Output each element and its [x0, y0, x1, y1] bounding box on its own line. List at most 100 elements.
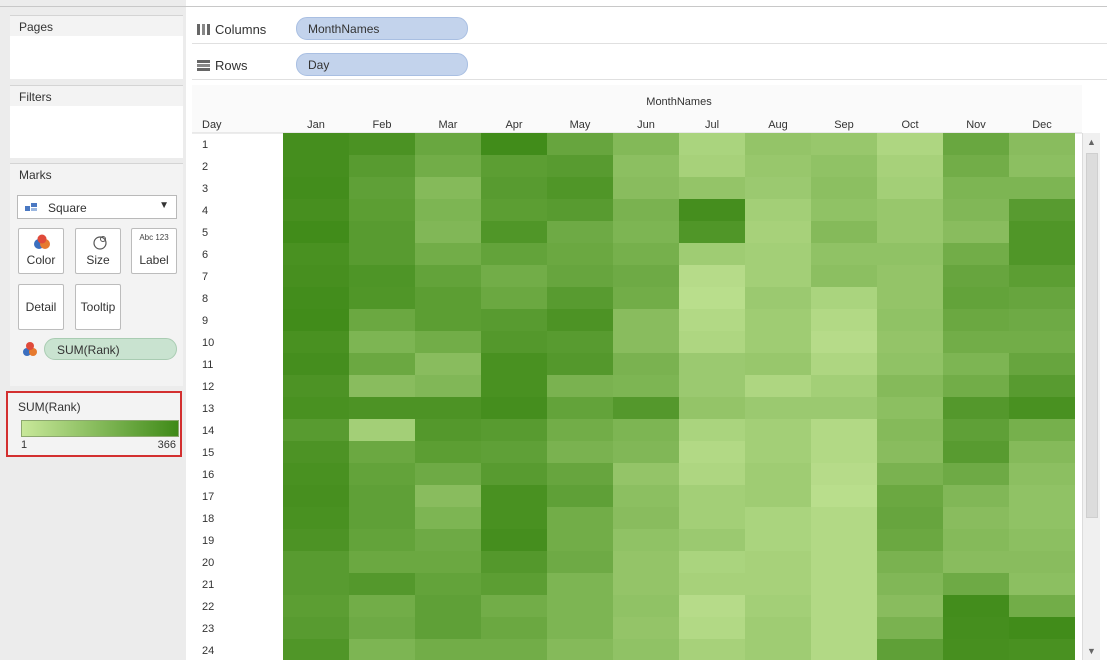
heatmap-cell[interactable] [283, 617, 349, 639]
heatmap-cell[interactable] [613, 463, 679, 485]
heatmap-cell[interactable] [547, 177, 613, 199]
heatmap-cell[interactable] [1009, 243, 1075, 265]
heatmap-cell[interactable] [745, 309, 811, 331]
heatmap-cell[interactable] [745, 265, 811, 287]
heatmap-cell[interactable] [349, 243, 415, 265]
heatmap-cell[interactable] [415, 639, 481, 660]
heatmap-cell[interactable] [811, 551, 877, 573]
heatmap-cell[interactable] [283, 309, 349, 331]
heatmap-cell[interactable] [547, 419, 613, 441]
rows-shelf[interactable]: Rows Day [192, 50, 1107, 80]
filters-shelf[interactable]: Filters [10, 85, 183, 158]
heatmap-cell[interactable] [547, 441, 613, 463]
heatmap-cell[interactable] [547, 287, 613, 309]
heatmap-cell[interactable] [349, 419, 415, 441]
heatmap-cell[interactable] [943, 419, 1009, 441]
heatmap-cell[interactable] [349, 133, 415, 155]
heatmap-cell[interactable] [481, 639, 547, 660]
heatmap-cell[interactable] [283, 507, 349, 529]
heatmap-cell[interactable] [745, 133, 811, 155]
heatmap-cell[interactable] [745, 441, 811, 463]
heatmap-cell[interactable] [943, 243, 1009, 265]
color-legend[interactable]: SUM(Rank) 1 366 [6, 391, 182, 457]
size-button[interactable]: Size [75, 228, 121, 274]
heatmap-cell[interactable] [283, 199, 349, 221]
heatmap-cell[interactable] [811, 507, 877, 529]
heatmap-cell[interactable] [415, 265, 481, 287]
heatmap-cell[interactable] [481, 265, 547, 287]
heatmap-cell[interactable] [349, 551, 415, 573]
heatmap-cell[interactable] [547, 485, 613, 507]
heatmap-cell[interactable] [415, 155, 481, 177]
heatmap-cell[interactable] [613, 155, 679, 177]
heatmap-cell[interactable] [679, 551, 745, 573]
scroll-down-icon[interactable]: ▼ [1087, 646, 1096, 656]
heatmap-cell[interactable] [811, 485, 877, 507]
heatmap-cell[interactable] [679, 287, 745, 309]
heatmap-cell[interactable] [745, 419, 811, 441]
heatmap-cell[interactable] [283, 243, 349, 265]
heatmap-cell[interactable] [349, 639, 415, 660]
heatmap-cell[interactable] [679, 133, 745, 155]
heatmap-cell[interactable] [283, 529, 349, 551]
heatmap-cell[interactable] [415, 397, 481, 419]
heatmap-cell[interactable] [481, 463, 547, 485]
heatmap-cell[interactable] [745, 529, 811, 551]
heatmap-cell[interactable] [877, 573, 943, 595]
heatmap-cell[interactable] [877, 375, 943, 397]
heatmap-cell[interactable] [415, 463, 481, 485]
heatmap-cell[interactable] [745, 199, 811, 221]
heatmap-cell[interactable] [349, 485, 415, 507]
heatmap-cell[interactable] [745, 463, 811, 485]
heatmap-cell[interactable] [481, 331, 547, 353]
heatmap-cell[interactable] [283, 419, 349, 441]
heatmap-cell[interactable] [811, 221, 877, 243]
heatmap-cell[interactable] [811, 155, 877, 177]
heatmap-cell[interactable] [547, 243, 613, 265]
heatmap-cell[interactable] [811, 441, 877, 463]
scroll-up-icon[interactable]: ▲ [1087, 137, 1096, 147]
heatmap-cell[interactable] [481, 353, 547, 375]
heatmap-cell[interactable] [415, 287, 481, 309]
heatmap-cell[interactable] [613, 617, 679, 639]
heatmap-cell[interactable] [745, 397, 811, 419]
heatmap-cell[interactable] [943, 639, 1009, 660]
heatmap-cell[interactable] [877, 287, 943, 309]
heatmap-cell[interactable] [613, 221, 679, 243]
heatmap-cell[interactable] [811, 309, 877, 331]
heatmap-cell[interactable] [811, 199, 877, 221]
heatmap-cell[interactable] [943, 441, 1009, 463]
heatmap-cell[interactable] [877, 221, 943, 243]
heatmap-cell[interactable] [481, 397, 547, 419]
filters-dropzone[interactable] [10, 106, 183, 158]
heatmap-cell[interactable] [1009, 331, 1075, 353]
heatmap-cell[interactable] [481, 573, 547, 595]
heatmap-cell[interactable] [943, 265, 1009, 287]
heatmap-cell[interactable] [877, 529, 943, 551]
heatmap-cell[interactable] [679, 507, 745, 529]
heatmap-cell[interactable] [745, 595, 811, 617]
heatmap-cell[interactable] [613, 485, 679, 507]
heatmap-cell[interactable] [745, 155, 811, 177]
heatmap-cell[interactable] [943, 595, 1009, 617]
heatmap-cell[interactable] [943, 309, 1009, 331]
heatmap-cell[interactable] [349, 353, 415, 375]
heatmap-cell[interactable] [943, 397, 1009, 419]
heatmap-cell[interactable] [679, 331, 745, 353]
heatmap-cell[interactable] [679, 617, 745, 639]
heatmap-cell[interactable] [1009, 155, 1075, 177]
heatmap-cell[interactable] [415, 441, 481, 463]
heatmap-cell[interactable] [679, 243, 745, 265]
heatmap-cell[interactable] [943, 463, 1009, 485]
heatmap-cell[interactable] [877, 397, 943, 419]
heatmap-cell[interactable] [349, 617, 415, 639]
heatmap-cell[interactable] [349, 177, 415, 199]
heatmap-cell[interactable] [481, 243, 547, 265]
heatmap-cell[interactable] [547, 551, 613, 573]
heatmap-cell[interactable] [679, 155, 745, 177]
heatmap-cell[interactable] [481, 507, 547, 529]
heatmap-cell[interactable] [349, 309, 415, 331]
heatmap-cell[interactable] [679, 397, 745, 419]
heatmap-cell[interactable] [481, 551, 547, 573]
heatmap-cell[interactable] [1009, 441, 1075, 463]
